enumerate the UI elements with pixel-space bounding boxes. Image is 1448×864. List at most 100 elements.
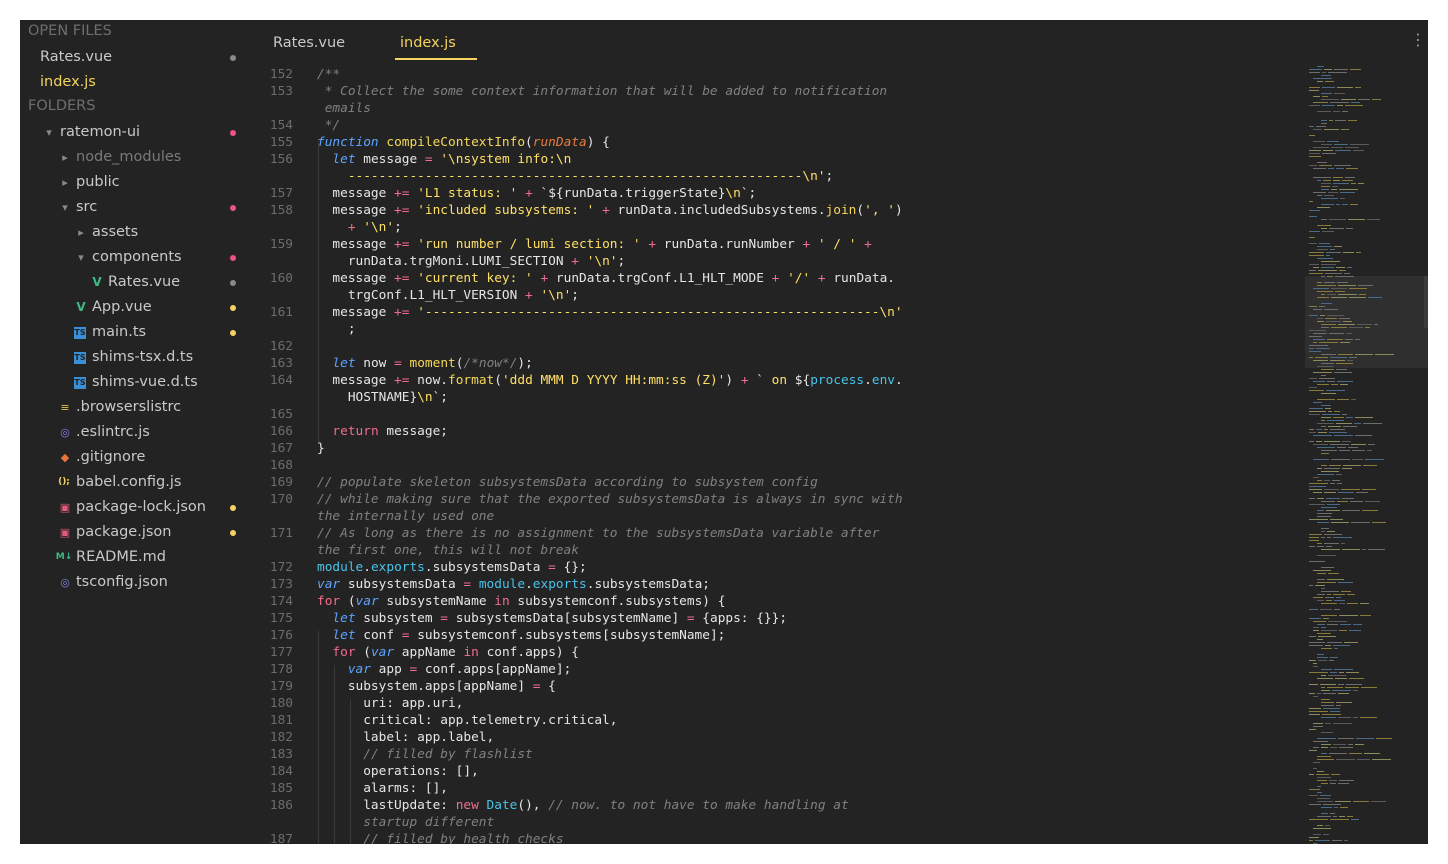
minimap-line: [1326, 390, 1345, 391]
tree-item-package-json[interactable]: ▣ package.json: [20, 520, 245, 545]
code-line[interactable]: message += 'current key: ' + runData.trg…: [317, 271, 895, 286]
code-line[interactable]: runData.trgMoni.LUMI_SECTION + '\n';: [317, 254, 625, 269]
minimap-line: [1322, 714, 1341, 715]
minimap-line: [1317, 510, 1324, 511]
open-file-item[interactable]: Rates.vue: [20, 45, 245, 70]
minimap-line: [1335, 801, 1351, 802]
tree-item-shims-vue-d-ts[interactable]: TS shims-vue.d.ts: [20, 370, 245, 395]
code-line[interactable]: message += 'included subsystems: ' + run…: [317, 203, 902, 218]
tree-item-rates-vue[interactable]: V Rates.vue: [20, 270, 245, 295]
code-line[interactable]: let conf = subsystemconf.subsystems[subs…: [317, 628, 725, 643]
minimap-line: [1327, 531, 1335, 532]
tree-item-main-ts[interactable]: TS main.ts: [20, 320, 245, 345]
code-line[interactable]: * Collect the some context information t…: [317, 84, 887, 99]
minimap-line: [1322, 414, 1340, 415]
tree-item-node-modules[interactable]: ▸ node_modules: [20, 145, 245, 170]
tree-item-gitignore[interactable]: ◆ .gitignore: [20, 445, 245, 470]
modified-dot-icon: [230, 205, 236, 211]
code-line[interactable]: label: app.label,: [317, 730, 494, 745]
tab-index-js[interactable]: index.js: [400, 35, 456, 51]
minimap[interactable]: [1305, 64, 1428, 844]
tree-item-components[interactable]: ▾ components: [20, 245, 245, 270]
tree-item-label: shims-vue.d.ts: [92, 374, 198, 390]
code-line[interactable]: HOSTNAME}\n`;: [317, 390, 448, 405]
code-line[interactable]: var app = conf.apps[appName];: [317, 662, 571, 677]
code-line[interactable]: // populate skeleton subsystemsData acco…: [317, 475, 818, 490]
minimap-line: [1321, 303, 1332, 304]
minimap-line: [1313, 834, 1321, 835]
open-file-item[interactable]: index.js: [20, 70, 245, 95]
code-line[interactable]: message += now.format('ddd MMM D YYYY HH…: [317, 373, 902, 388]
tree-item-browserslistrc[interactable]: ≡ .browserslistrc: [20, 395, 245, 420]
code-line[interactable]: return message;: [317, 424, 448, 439]
tab-rates-vue[interactable]: Rates.vue: [273, 35, 345, 51]
tree-item-tsconfig-json[interactable]: ◎ tsconfig.json: [20, 570, 245, 595]
tree-item-shims-tsx-d-ts[interactable]: TS shims-tsx.d.ts: [20, 345, 245, 370]
code-line[interactable]: alarms: [],: [317, 781, 448, 796]
code-line[interactable]: lastUpdate: new Date(), // now. to not h…: [317, 798, 848, 813]
code-line[interactable]: message += 'run number / lumi section: '…: [317, 237, 871, 252]
code-line[interactable]: // filled by flashlist: [317, 747, 533, 762]
minimap-line: [1325, 723, 1331, 724]
code-line[interactable]: critical: app.telemetry.critical,: [317, 713, 617, 728]
code-line[interactable]: uri: app.uri,: [317, 696, 463, 711]
tree-item-label: public: [76, 174, 120, 190]
code-line[interactable]: message += 'L1 status: ' + `${runData.tr…: [317, 186, 756, 201]
code-line[interactable]: module.exports.subsystemsData = {};: [317, 560, 587, 575]
code-line[interactable]: var subsystemsData = module.exports.subs…: [317, 577, 710, 592]
tree-item-ratemon-ui[interactable]: ▾ ratemon-ui: [20, 120, 245, 145]
minimap-line: [1309, 711, 1328, 712]
minimap-line: [1340, 342, 1350, 343]
code-line[interactable]: ;: [317, 322, 356, 337]
code-line[interactable]: ----------------------------------------…: [317, 169, 833, 184]
code-line[interactable]: /**: [317, 67, 340, 82]
code-line[interactable]: trgConf.L1_HLT_VERSION + '\n';: [317, 288, 579, 303]
code-line[interactable]: */: [317, 118, 340, 133]
minimap-line: [1336, 363, 1353, 364]
more-vertical-icon[interactable]: ⋮: [1410, 32, 1426, 48]
minimap-line: [1338, 693, 1349, 694]
minimap-line: [1340, 192, 1355, 193]
code-line[interactable]: }: [317, 441, 325, 456]
minimap-line: [1330, 444, 1349, 445]
minimap-line: [1331, 288, 1347, 289]
code-line[interactable]: function compileContextInfo(runData) {: [317, 135, 610, 150]
code-line[interactable]: // As long as there is no assignment to …: [317, 526, 879, 541]
minimap-line: [1368, 297, 1382, 298]
minimap-line: [1339, 615, 1358, 616]
tree-item-eslintrc-js[interactable]: ◎ .eslintrc.js: [20, 420, 245, 445]
code-line[interactable]: for (var appName in conf.apps) {: [317, 645, 579, 660]
code-line[interactable]: startup different: [317, 815, 494, 830]
minimap-line: [1333, 537, 1352, 538]
code-line[interactable]: let now = moment(/*now*/);: [317, 356, 532, 371]
open-file-label: index.js: [40, 74, 96, 90]
code-editor[interactable]: 152 153 154 155 156 157 158 159 160 161 162 163 164 1…: [245, 64, 1305, 844]
code-line[interactable]: + '\n';: [317, 220, 402, 235]
minimap-line: [1330, 483, 1335, 484]
code-line[interactable]: emails: [317, 101, 371, 116]
tree-item-assets[interactable]: ▸ assets: [20, 220, 245, 245]
tree-item-readme-md[interactable]: M↓ README.md: [20, 545, 245, 570]
code-line[interactable]: // filled by health checks: [317, 832, 563, 844]
minimap-line: [1317, 474, 1334, 475]
code-line[interactable]: for (var subsystemName in subsystemconf.…: [317, 594, 725, 609]
code-line[interactable]: // while making sure that the exported s…: [317, 492, 903, 507]
vertical-scrollbar-thumb[interactable]: [1424, 276, 1428, 328]
tree-item-babel-config-js[interactable]: (); babel.config.js: [20, 470, 245, 495]
minimap-line: [1321, 198, 1338, 199]
tree-item-public[interactable]: ▸ public: [20, 170, 245, 195]
code-line[interactable]: the internally used one: [317, 509, 494, 524]
tree-item-src[interactable]: ▾ src: [20, 195, 245, 220]
code-line[interactable]: message += '----------------------------…: [317, 305, 902, 320]
minimap-line: [1321, 687, 1325, 688]
tree-item-package-lock-json[interactable]: ▣ package-lock.json: [20, 495, 245, 520]
code-line[interactable]: let subsystem = subsystemsData[subsystem…: [317, 611, 787, 626]
minimap-line: [1321, 702, 1334, 703]
tree-item-app-vue[interactable]: V App.vue: [20, 295, 245, 320]
code-line[interactable]: subsystem.apps[appName] = {: [317, 679, 556, 694]
code-line[interactable]: the first one, this will not break: [317, 543, 579, 558]
code-line[interactable]: let message = '\nsystem info:\n: [317, 152, 571, 167]
code-line[interactable]: operations: [],: [317, 764, 479, 779]
minimap-line: [1321, 144, 1332, 145]
minimap-line: [1309, 270, 1316, 271]
